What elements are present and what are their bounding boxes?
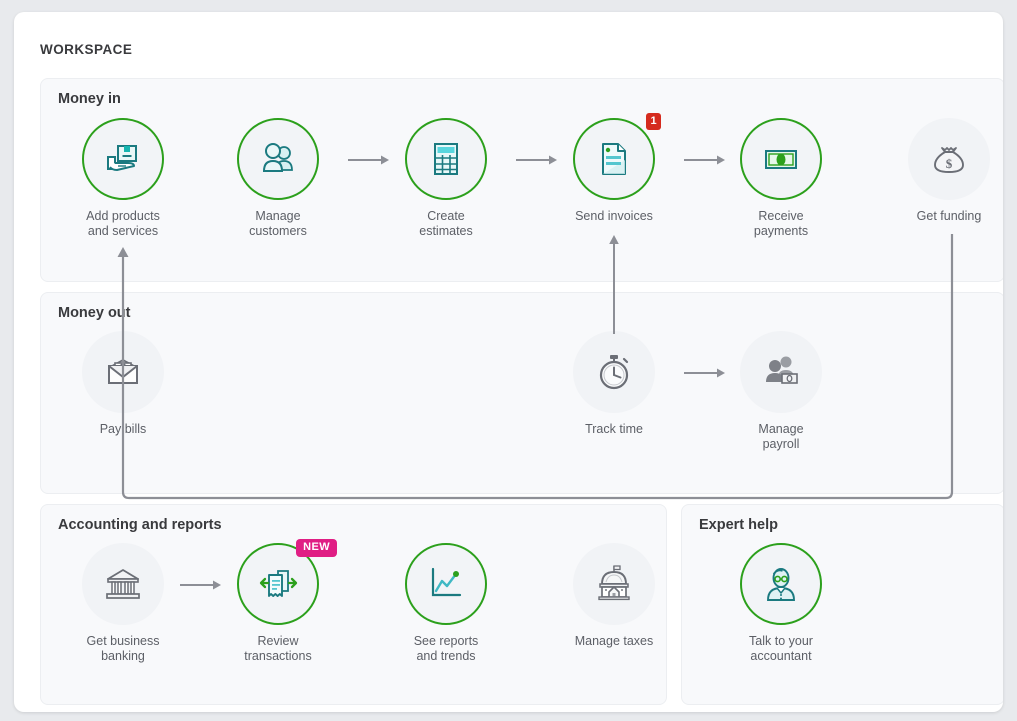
tile-circle[interactable] — [405, 118, 487, 200]
estimate-icon — [424, 137, 468, 181]
envelope-cash-icon — [101, 350, 145, 394]
tile-see-reports-and-trends[interactable]: See reports and trends — [381, 543, 511, 664]
tile-label: Talk to your accountant — [749, 634, 813, 663]
tile-circle[interactable] — [740, 331, 822, 413]
tile-label: Manage payroll — [758, 422, 804, 451]
tile-circle[interactable]: 1 — [573, 113, 661, 200]
accountant-icon — [759, 562, 803, 606]
tile-circle[interactable] — [237, 118, 319, 200]
stopwatch-icon — [592, 350, 636, 394]
tile-label: Get business banking — [86, 634, 160, 663]
tile-circle[interactable]: $ — [908, 118, 990, 200]
tile-create-estimates[interactable]: Create estimates — [381, 118, 511, 239]
tile-get-funding[interactable]: $ Get funding — [884, 118, 1003, 224]
screen: WORKSPACE Money in Add products and serv… — [0, 0, 1017, 721]
new-badge: NEW — [296, 539, 337, 557]
bank-icon — [101, 562, 145, 606]
money-bag-icon: $ — [927, 137, 971, 181]
tile-label: Pay bills — [99, 422, 147, 436]
tile-pay-bills[interactable]: Pay bills — [58, 331, 188, 437]
card-title-money-out: Money out — [58, 305, 131, 321]
card-title-money-in: Money in — [58, 91, 121, 107]
tile-circle[interactable] — [82, 543, 164, 625]
tile-label: Create estimates — [419, 209, 473, 238]
tile-label: Send invoices — [575, 209, 653, 223]
customers-icon — [256, 137, 300, 181]
payroll-icon — [759, 350, 803, 394]
receipt-swap-icon — [256, 562, 300, 606]
page-title: WORKSPACE — [40, 42, 133, 57]
workspace-panel: WORKSPACE Money in Add products and serv… — [14, 12, 1003, 712]
invoice-icon — [592, 137, 636, 181]
tile-send-invoices[interactable]: 1 Send invoices — [549, 113, 679, 224]
svg-text:$: $ — [946, 156, 953, 171]
tile-label: Receive payments — [753, 209, 809, 238]
tile-track-time[interactable]: Track time — [549, 331, 679, 437]
tile-label: Manage taxes — [574, 634, 654, 648]
tile-label: Manage customers — [249, 209, 307, 238]
tile-review-transactions[interactable]: NEW Review transactions — [213, 539, 343, 664]
tile-circle[interactable] — [573, 331, 655, 413]
tile-talk-to-your-accountant[interactable]: Talk to your accountant — [716, 543, 846, 664]
tile-circle[interactable] — [82, 118, 164, 200]
tile-circle[interactable] — [740, 118, 822, 200]
tile-label: See reports and trends — [413, 634, 479, 663]
tile-circle[interactable] — [405, 543, 487, 625]
banknote-icon — [759, 137, 803, 181]
status-badge: 1 — [646, 113, 661, 130]
capitol-icon — [592, 562, 636, 606]
tile-circle[interactable] — [740, 543, 822, 625]
tile-circle[interactable] — [573, 543, 655, 625]
tile-label: Review transactions — [244, 634, 312, 663]
card-title-expert-help: Expert help — [699, 517, 778, 533]
tile-circle[interactable]: NEW — [237, 539, 337, 625]
line-chart-icon — [424, 562, 468, 606]
tile-get-business-banking[interactable]: Get business banking — [58, 543, 188, 664]
box-in-hand-icon — [101, 137, 145, 181]
tile-manage-taxes[interactable]: Manage taxes — [549, 543, 679, 649]
tile-label: Add products and services — [86, 209, 160, 238]
tile-add-products-and-services[interactable]: Add products and services — [58, 118, 188, 239]
tile-label: Track time — [585, 422, 643, 436]
tile-label: Get funding — [916, 209, 982, 223]
tile-manage-customers[interactable]: Manage customers — [213, 118, 343, 239]
tile-receive-payments[interactable]: Receive payments — [716, 118, 846, 239]
card-title-accounting-and-reports: Accounting and reports — [58, 517, 222, 533]
tile-circle[interactable] — [82, 331, 164, 413]
tile-manage-payroll[interactable]: Manage payroll — [716, 331, 846, 452]
